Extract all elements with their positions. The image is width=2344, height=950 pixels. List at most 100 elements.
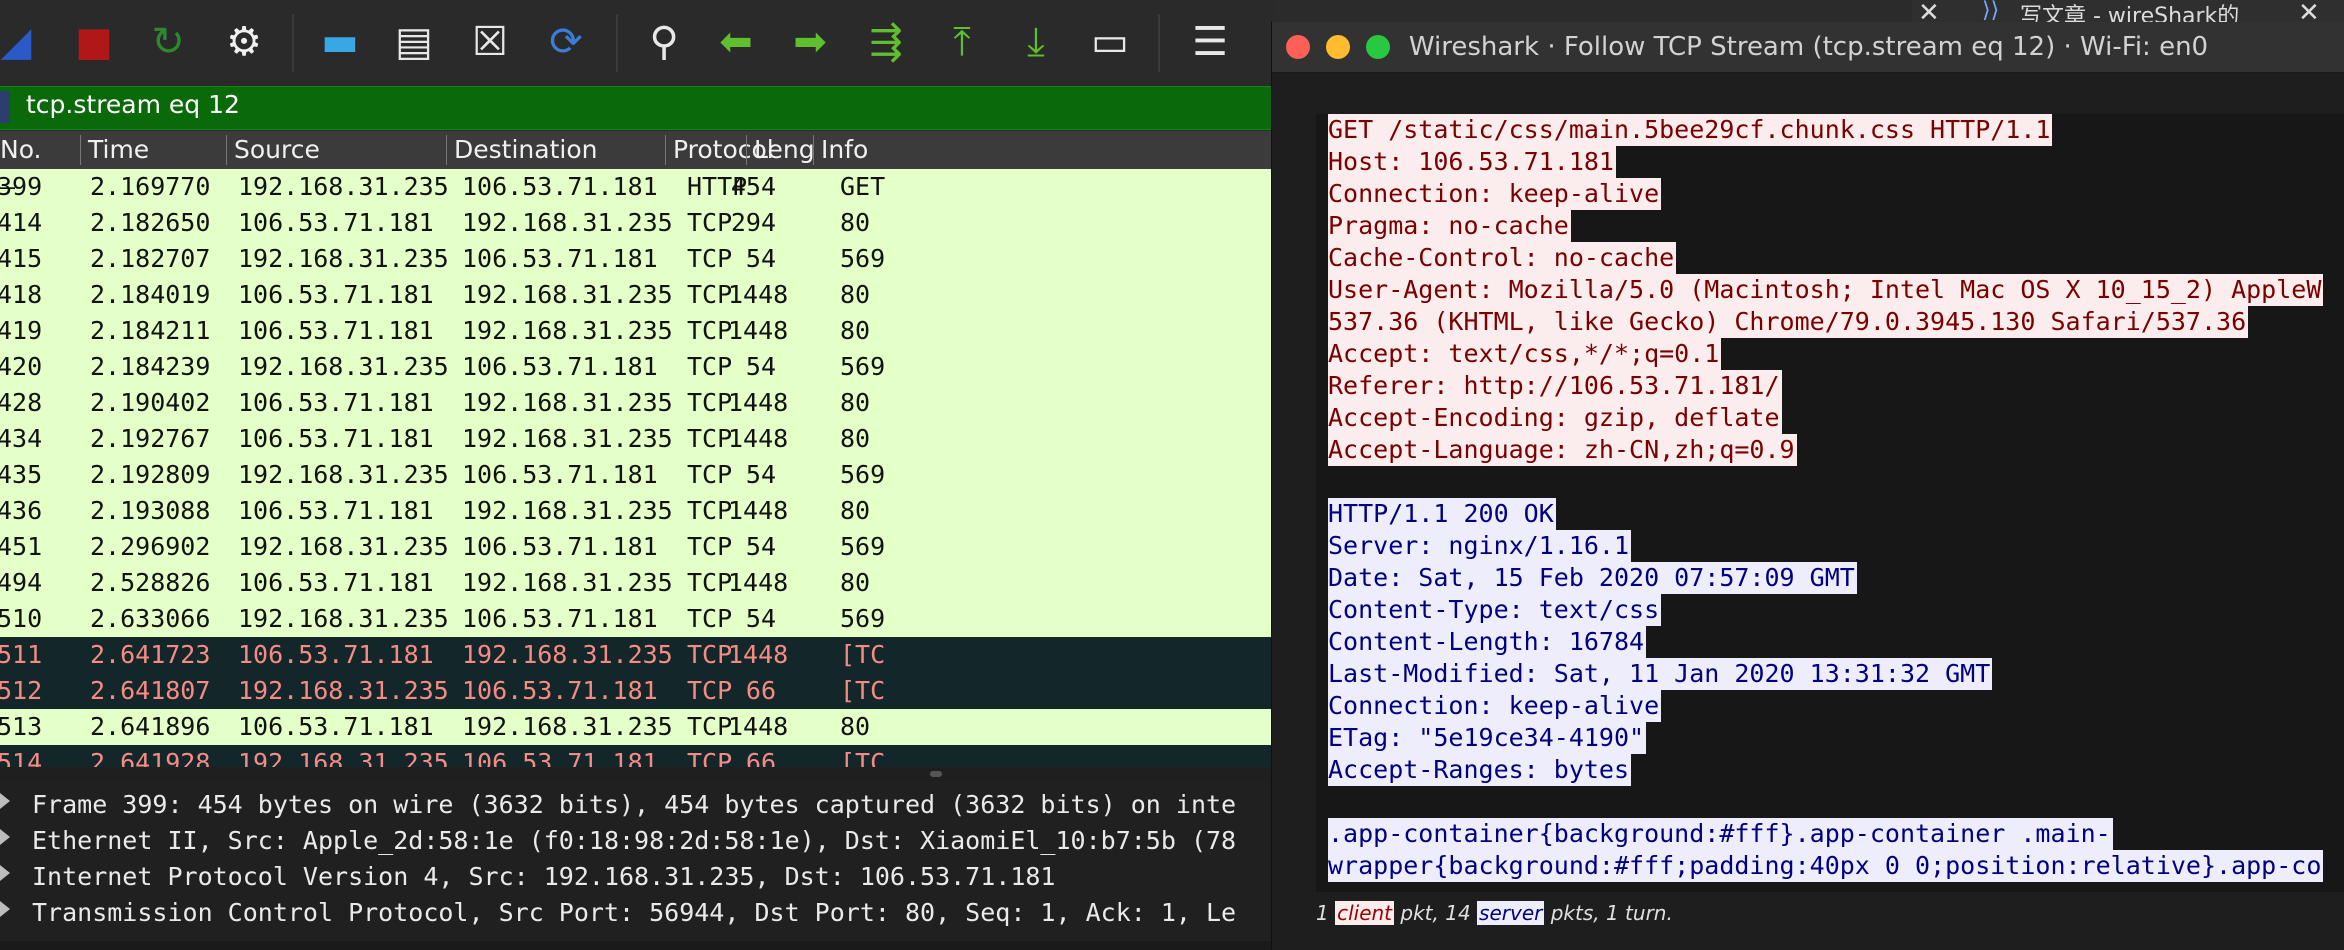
- display-filter-bar[interactable]: tcp.stream eq 12: [0, 86, 1275, 130]
- capture-options-icon[interactable]: ⚙: [214, 12, 274, 72]
- bottom-divider[interactable]: [0, 941, 1275, 950]
- cell-time: 2.184211: [90, 316, 211, 345]
- cell-src: 192.168.31.235: [238, 244, 449, 273]
- go-to-packet-icon[interactable]: ⇶: [856, 12, 916, 72]
- table-row[interactable]: –399 2.169770 192.168.31.235 106.53.71.181 H…: [0, 169, 1275, 205]
- column-separator[interactable]: [665, 135, 666, 165]
- cell-len: 1448: [728, 424, 789, 453]
- first-packet-icon[interactable]: ⤒: [932, 12, 992, 72]
- table-row[interactable]: 513 2.641896 106.53.71.181 192.168.31.235 TC…: [0, 709, 1275, 745]
- last-packet-icon[interactable]: ⤓: [1006, 12, 1066, 72]
- detail-text: Internet Protocol Version 4, Src: 192.16…: [32, 862, 1056, 891]
- table-row[interactable]: 414 2.182650 106.53.71.181 192.168.31.235 TC…: [0, 205, 1275, 241]
- toolbar-separator: [1158, 14, 1160, 72]
- cell-time: 2.641807: [90, 676, 211, 705]
- table-row[interactable]: 512 2.641807 192.168.31.235 106.53.71.181 TC…: [0, 673, 1275, 709]
- cell-proto: TCP: [687, 388, 733, 417]
- autoscroll-icon[interactable]: ▭: [1080, 12, 1140, 72]
- colorize-icon[interactable]: ☰: [1180, 12, 1240, 72]
- table-row[interactable]: 510 2.633066 192.168.31.235 106.53.71.181 TC…: [0, 601, 1275, 637]
- open-file-icon[interactable]: ▬: [310, 12, 370, 72]
- cell-info: 569: [840, 604, 886, 633]
- table-row[interactable]: 494 2.528826 106.53.71.181 192.168.31.235 TC…: [0, 565, 1275, 601]
- cell-no: 512: [0, 676, 43, 705]
- cell-proto: TCP: [687, 208, 733, 237]
- cell-dst: 106.53.71.181: [462, 352, 658, 381]
- cell-len: 1448: [728, 568, 789, 597]
- client-count: 1: [1316, 901, 1329, 925]
- table-row[interactable]: 511 2.641723 106.53.71.181 192.168.31.235 TC…: [0, 637, 1275, 673]
- table-row[interactable]: 514 2.641928 192.168.31.235 106.53.71.181 TC…: [0, 745, 1275, 767]
- follow-tcp-stream-window: Wireshark · Follow TCP Stream (tcp.strea…: [1271, 22, 2344, 950]
- cell-no: 399: [0, 172, 43, 201]
- column-header-length[interactable]: Length: [754, 135, 814, 164]
- display-filter-input[interactable]: tcp.stream eq 12: [26, 90, 240, 119]
- cell-dst: 192.168.31.235: [462, 568, 673, 597]
- save-file-icon[interactable]: ▤: [384, 12, 444, 72]
- server-stream-line: Accept-Ranges: bytes: [1328, 754, 1632, 786]
- column-header-no[interactable]: No.: [0, 135, 42, 164]
- close-file-icon[interactable]: ☒: [460, 12, 520, 72]
- cell-time: 2.633066: [90, 604, 211, 633]
- reload-file-icon[interactable]: ⟳: [536, 12, 596, 72]
- column-separator[interactable]: [813, 135, 814, 165]
- start-capture-icon[interactable]: ◢: [0, 12, 46, 72]
- cell-src: 106.53.71.181: [238, 712, 434, 741]
- column-header-destination[interactable]: Destination: [454, 135, 597, 164]
- table-row[interactable]: 436 2.193088 106.53.71.181 192.168.31.235 TC…: [0, 493, 1275, 529]
- table-row[interactable]: 434 2.192767 106.53.71.181 192.168.31.235 TC…: [0, 421, 1275, 457]
- cell-src: 192.168.31.235: [238, 352, 449, 381]
- column-separator[interactable]: [226, 135, 227, 165]
- table-row[interactable]: 418 2.184019 106.53.71.181 192.168.31.235 TC…: [0, 277, 1275, 313]
- cell-proto: TCP: [687, 712, 733, 741]
- detail-tree-item[interactable]: Internet Protocol Version 4, Src: 192.16…: [0, 859, 1275, 895]
- go-forward-icon[interactable]: ➡: [780, 12, 840, 72]
- stop-capture-icon[interactable]: ■: [64, 12, 124, 72]
- cell-len: 54: [745, 244, 776, 273]
- cell-info: 569: [840, 532, 886, 561]
- detail-tree-item[interactable]: Ethernet II, Src: Apple_2d:58:1e (f0:18:…: [0, 823, 1275, 859]
- expand-arrow-icon[interactable]: [0, 901, 10, 917]
- stream-content[interactable]: GET /static/css/main.5bee29cf.chunk.css …: [1316, 114, 2344, 892]
- cell-info: 80: [840, 712, 871, 741]
- table-row[interactable]: 435 2.192809 192.168.31.235 106.53.71.181 TC…: [0, 457, 1275, 493]
- window-titlebar[interactable]: Wireshark · Follow TCP Stream (tcp.strea…: [1272, 22, 2344, 73]
- expand-arrow-icon[interactable]: [0, 829, 10, 845]
- table-row[interactable]: 415 2.182707 192.168.31.235 106.53.71.181 TC…: [0, 241, 1275, 277]
- cell-no: 494: [0, 568, 43, 597]
- client-stream-line: Accept: text/css,*/*;q=0.1: [1328, 338, 1722, 370]
- column-separator[interactable]: [80, 135, 81, 165]
- server-stream-line: Content-Type: text/css: [1328, 594, 1662, 626]
- cell-len: 54: [745, 352, 776, 381]
- restart-capture-icon[interactable]: ↻: [138, 12, 198, 72]
- pkts-text: pkts, 1 turn.: [1550, 901, 1673, 925]
- table-row[interactable]: 419 2.184211 106.53.71.181 192.168.31.235 TC…: [0, 313, 1275, 349]
- detail-tree-item[interactable]: Frame 399: 454 bytes on wire (3632 bits)…: [0, 787, 1275, 823]
- go-back-icon[interactable]: ⬅: [706, 12, 766, 72]
- column-header-info[interactable]: Info: [821, 135, 868, 164]
- cell-dst: 106.53.71.181: [462, 244, 658, 273]
- packet-list-scrollbar[interactable]: [0, 767, 1275, 781]
- detail-tree-item[interactable]: Transmission Control Protocol, Src Port:…: [0, 895, 1275, 931]
- table-row[interactable]: 428 2.190402 106.53.71.181 192.168.31.235 TC…: [0, 385, 1275, 421]
- find-packet-icon[interactable]: ⚲: [634, 12, 694, 72]
- scroll-knob[interactable]: [930, 771, 942, 777]
- table-row[interactable]: 451 2.296902 192.168.31.235 106.53.71.181 TC…: [0, 529, 1275, 565]
- filter-bookmark-icon[interactable]: [0, 91, 10, 123]
- column-header-source[interactable]: Source: [234, 135, 320, 164]
- table-row[interactable]: 420 2.184239 192.168.31.235 106.53.71.181 TC…: [0, 349, 1275, 385]
- packet-list[interactable]: –399 2.169770 192.168.31.235 106.53.71.181 H…: [0, 169, 1275, 767]
- cell-src: 192.168.31.235: [238, 748, 449, 767]
- server-stream-line: wrapper{background:#fff;padding:40px 0 0…: [1328, 850, 2324, 882]
- expand-arrow-icon[interactable]: [0, 865, 10, 881]
- cell-dst: 192.168.31.235: [462, 712, 673, 741]
- column-separator[interactable]: [446, 135, 447, 165]
- cell-len: 294: [730, 208, 776, 237]
- toolbar-separator: [616, 14, 618, 72]
- client-stream-line: Accept-Language: zh-CN,zh;q=0.9: [1328, 434, 1797, 466]
- expand-arrow-icon[interactable]: [0, 793, 10, 809]
- column-separator[interactable]: [746, 135, 747, 165]
- cell-no: 428: [0, 388, 43, 417]
- column-header-time[interactable]: Time: [88, 135, 149, 164]
- cell-info: 569: [840, 352, 886, 381]
